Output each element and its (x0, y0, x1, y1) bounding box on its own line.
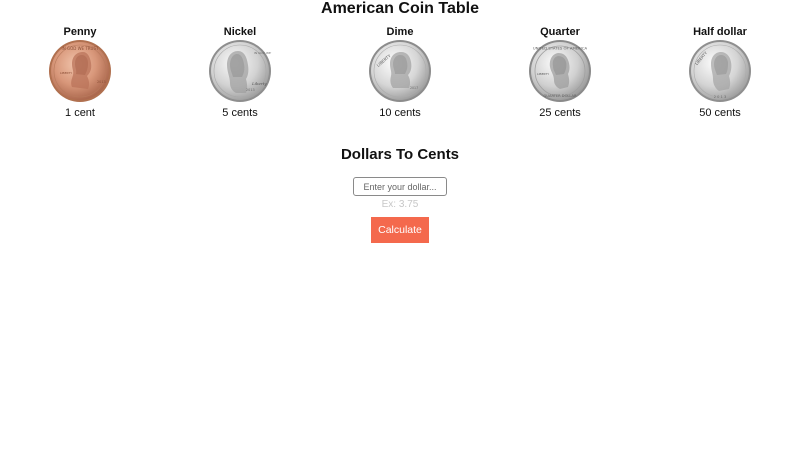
dollar-input[interactable] (353, 177, 447, 196)
coin-value: 10 cents (379, 107, 421, 119)
page-title: American Coin Table (321, 0, 479, 17)
converter-title: Dollars To Cents (340, 146, 460, 163)
dime-image: LIBERTY 2017 (369, 40, 431, 102)
coin-value: 50 cents (699, 107, 741, 119)
svg-text:LIBERTY: LIBERTY (60, 71, 72, 75)
coin-name: Nickel (223, 26, 257, 38)
coin-card-half-dollar: Half dollar LIBERTY 2 0 1 3 50 cents (660, 26, 780, 120)
svg-text:IN GOD WE TRUST: IN GOD WE TRUST (62, 46, 99, 51)
coin-card-dime: Dime LIBERTY 2017 10 cents (340, 26, 460, 120)
svg-text:2013: 2013 (246, 88, 255, 92)
coin-card-nickel: Nickel IN GOD WE TRUST Liberty 2013 (180, 26, 300, 120)
coin-value: 25 cents (539, 107, 581, 119)
svg-text:2 0 1 3: 2 0 1 3 (714, 95, 727, 99)
coin-value: 5 cents (222, 107, 258, 119)
svg-text:2017: 2017 (410, 86, 418, 90)
svg-text:Liberty: Liberty (251, 81, 267, 86)
quarter-image: UNITED STATES OF AMERICA QUARTER DOLLAR … (529, 40, 591, 102)
page: American Coin Table Penny IN GOD WE TRUS (0, 0, 800, 450)
svg-text:IN GOD WE TRUST: IN GOD WE TRUST (254, 51, 272, 55)
coin-name: Half dollar (693, 26, 747, 38)
penny-image: IN GOD WE TRUST LIBERTY 2013 (49, 40, 111, 102)
coin-name: Quarter (540, 26, 580, 38)
coin-name: Penny (63, 26, 97, 38)
nickel-image: IN GOD WE TRUST Liberty 2013 (209, 40, 272, 102)
coin-card-quarter: Quarter UNITED STATES OF AMERICA QUARTER… (500, 26, 620, 120)
svg-text:2013: 2013 (97, 80, 106, 84)
svg-text:LIBERTY: LIBERTY (537, 72, 549, 76)
coin-card-penny: Penny IN GOD WE TRUST LIBERTY 2013 1 cen… (20, 26, 140, 120)
example-hint: Ex: 3.75 (381, 199, 419, 210)
coin-name: Dime (386, 26, 414, 38)
calculate-button[interactable]: Calculate (371, 217, 429, 243)
svg-text:UNITED STATES OF AMERICA: UNITED STATES OF AMERICA (533, 46, 588, 51)
coin-table: Penny IN GOD WE TRUST LIBERTY 2013 1 cen… (0, 26, 800, 120)
coin-value: 1 cent (65, 107, 95, 119)
half-dollar-image: LIBERTY 2 0 1 3 (689, 40, 751, 102)
svg-text:QUARTER DOLLAR: QUARTER DOLLAR (544, 94, 577, 98)
